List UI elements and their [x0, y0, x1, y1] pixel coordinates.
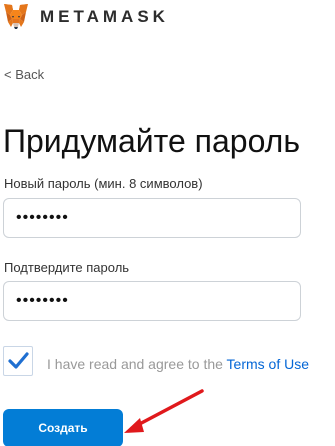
red-arrow-icon: [124, 389, 204, 433]
new-password-label: Новый пароль (мин. 8 символов): [4, 176, 203, 191]
new-password-field[interactable]: [3, 198, 301, 238]
metamask-fox-icon: [4, 4, 28, 29]
brand-name: METAMASK: [40, 7, 169, 26]
confirm-password-label: Подтвердите пароль: [4, 260, 130, 275]
terms-checkbox[interactable]: [3, 346, 33, 376]
terms-text: I have read and agree to the Terms of Us…: [47, 356, 309, 372]
terms-of-use-link[interactable]: Terms of Use: [227, 356, 309, 372]
back-link[interactable]: < Back: [4, 67, 44, 83]
header: METAMASK: [0, 0, 335, 36]
page-title: Придумайте пароль: [3, 123, 300, 160]
confirm-password-field[interactable]: [3, 281, 301, 321]
create-button[interactable]: Создать: [3, 409, 123, 446]
checkmark-icon: [8, 352, 29, 369]
create-password-page: METAMASK < Back Придумайте пароль Новый …: [0, 0, 335, 446]
terms-statement: I have read and agree to the: [47, 356, 227, 372]
